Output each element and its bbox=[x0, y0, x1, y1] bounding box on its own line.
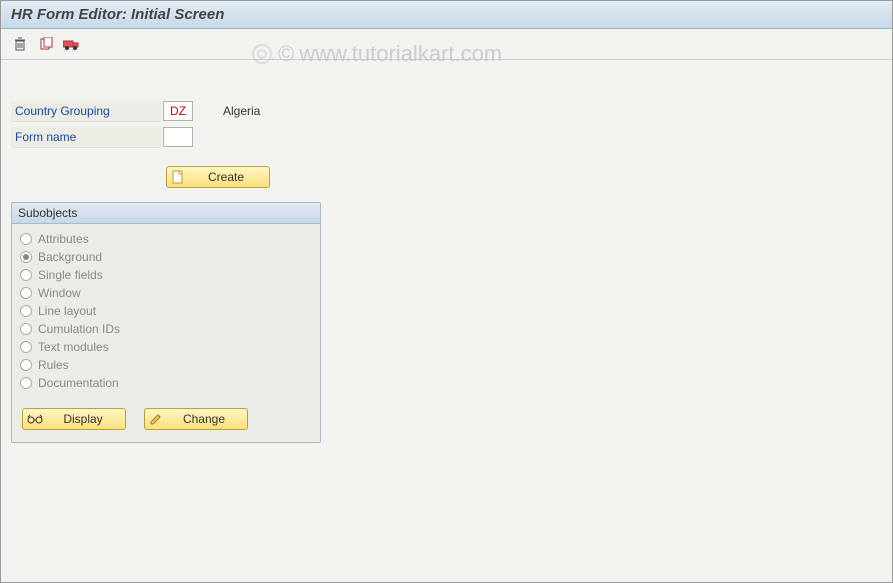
title-text: HR Form Editor: Initial Screen bbox=[11, 6, 224, 23]
radio-icon bbox=[20, 251, 32, 263]
radio-icon bbox=[20, 323, 32, 335]
change-button-label: Change bbox=[169, 412, 239, 426]
display-button[interactable]: Display bbox=[22, 408, 126, 430]
radio-label: Text modules bbox=[38, 340, 109, 354]
groupbox-actions: Display Change bbox=[20, 408, 312, 430]
field-row-country: Country Grouping Algeria bbox=[11, 100, 882, 122]
radio-label: Rules bbox=[38, 358, 69, 372]
change-button[interactable]: Change bbox=[144, 408, 248, 430]
groupbox-subobjects: Subobjects Attributes Background Single … bbox=[11, 202, 321, 443]
create-button[interactable]: Create bbox=[166, 166, 270, 188]
radio-label: Documentation bbox=[38, 376, 119, 390]
radio-cumulation-ids[interactable]: Cumulation IDs bbox=[20, 320, 312, 338]
radio-icon bbox=[20, 305, 32, 317]
groupbox-title: Subobjects bbox=[12, 203, 320, 224]
trash-icon[interactable] bbox=[11, 35, 29, 53]
label-form-name: Form name bbox=[11, 127, 161, 148]
radio-label: Attributes bbox=[38, 232, 89, 246]
pencil-icon bbox=[149, 412, 163, 426]
radio-single-fields[interactable]: Single fields bbox=[20, 266, 312, 284]
input-country-grouping[interactable] bbox=[163, 101, 193, 121]
radio-label: Background bbox=[38, 250, 102, 264]
radio-label: Single fields bbox=[38, 268, 103, 282]
radio-label: Window bbox=[38, 286, 81, 300]
glasses-icon bbox=[27, 413, 43, 425]
create-row: Create bbox=[166, 166, 882, 188]
document-icon bbox=[171, 170, 185, 184]
radio-icon bbox=[20, 269, 32, 281]
radio-rules[interactable]: Rules bbox=[20, 356, 312, 374]
radio-icon bbox=[20, 287, 32, 299]
radio-window[interactable]: Window bbox=[20, 284, 312, 302]
radio-text-modules[interactable]: Text modules bbox=[20, 338, 312, 356]
radio-label: Cumulation IDs bbox=[38, 322, 120, 336]
title-bar: HR Form Editor: Initial Screen bbox=[1, 1, 892, 29]
radio-icon bbox=[20, 233, 32, 245]
radio-documentation[interactable]: Documentation bbox=[20, 374, 312, 392]
radio-line-layout[interactable]: Line layout bbox=[20, 302, 312, 320]
content-area: Country Grouping Algeria Form name Creat… bbox=[1, 60, 892, 453]
radio-icon bbox=[20, 377, 32, 389]
radio-icon bbox=[20, 341, 32, 353]
transport-icon[interactable] bbox=[63, 35, 81, 53]
input-form-name[interactable] bbox=[163, 127, 193, 147]
create-button-label: Create bbox=[191, 170, 261, 184]
field-row-formname: Form name bbox=[11, 126, 882, 148]
groupbox-body: Attributes Background Single fields Wind… bbox=[12, 224, 320, 442]
radio-icon bbox=[20, 359, 32, 371]
radio-attributes[interactable]: Attributes bbox=[20, 230, 312, 248]
display-button-label: Display bbox=[49, 412, 117, 426]
label-country-desc: Algeria bbox=[223, 104, 260, 118]
toolbar bbox=[1, 29, 892, 60]
copy-icon[interactable] bbox=[37, 35, 55, 53]
radio-background[interactable]: Background bbox=[20, 248, 312, 266]
radio-label: Line layout bbox=[38, 304, 96, 318]
label-country-grouping: Country Grouping bbox=[11, 101, 161, 122]
